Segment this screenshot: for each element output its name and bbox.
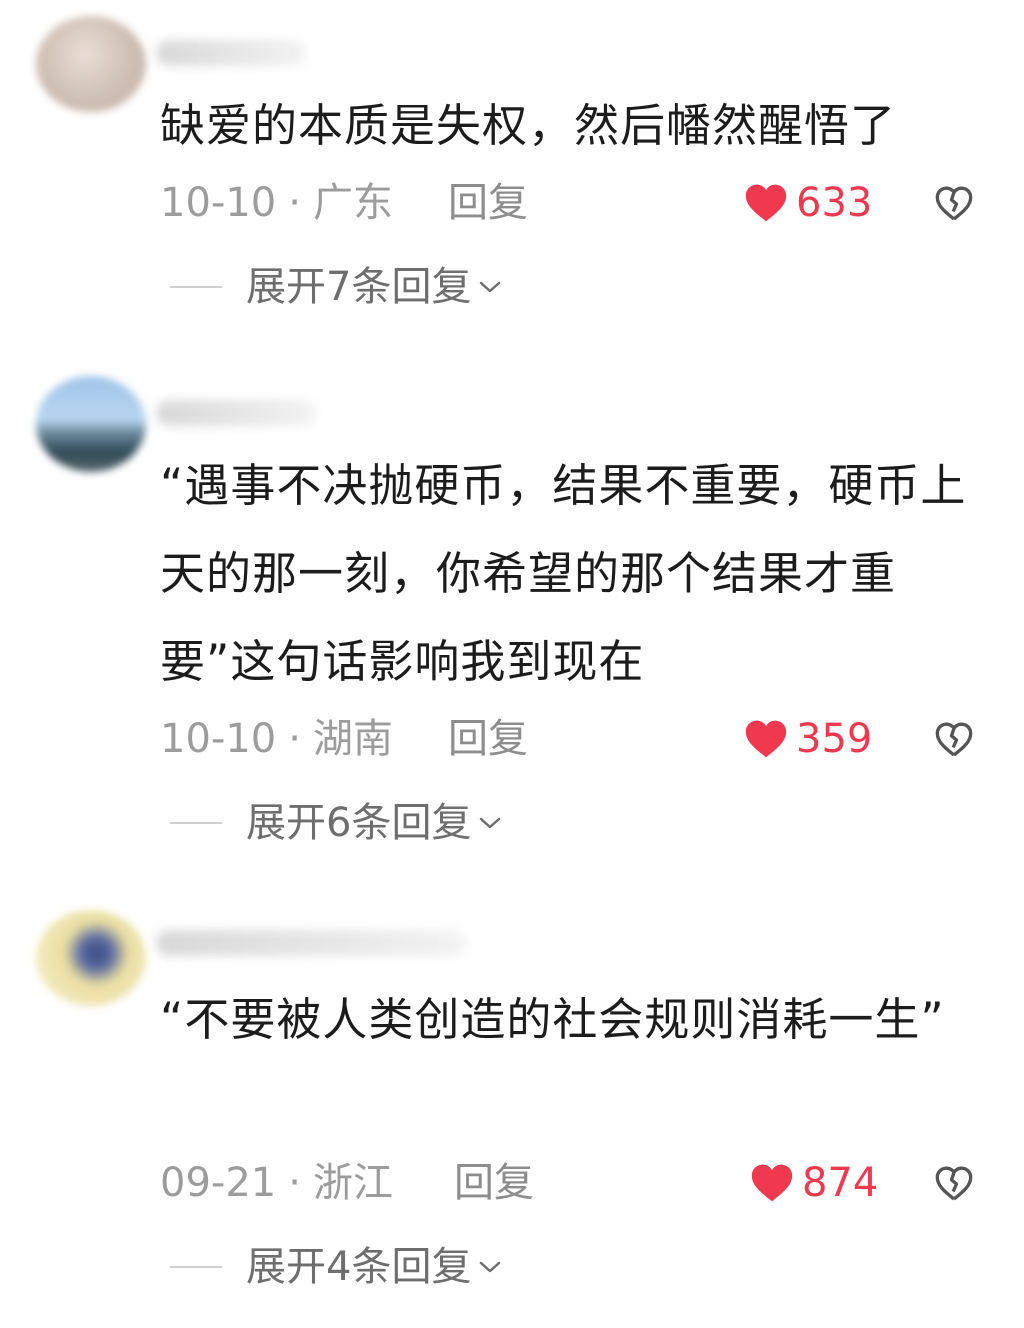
reply-button[interactable]: 回复 xyxy=(448,714,528,764)
like-count: 874 xyxy=(802,1160,879,1206)
username-blurred[interactable] xyxy=(156,930,466,956)
like-count: 633 xyxy=(796,180,873,226)
username-blurred[interactable] xyxy=(156,40,306,66)
comment-meta: 10-10 · 湖南 xyxy=(160,714,393,764)
like-button[interactable]: 874 xyxy=(750,1158,878,1208)
heart-icon xyxy=(745,720,787,758)
separator: · xyxy=(288,716,301,762)
expand-replies-button[interactable]: 展开7条回复 xyxy=(170,262,503,312)
separator: · xyxy=(288,1160,301,1206)
comment-location: 湖南 xyxy=(312,716,393,762)
chevron-down-icon xyxy=(480,817,501,829)
heart-icon xyxy=(751,1164,793,1202)
divider-line xyxy=(170,822,222,824)
avatar[interactable] xyxy=(36,16,146,112)
like-button[interactable]: 633 xyxy=(744,178,872,228)
heart-icon xyxy=(745,184,787,222)
expand-replies-button[interactable]: 展开6条回复 xyxy=(170,798,503,848)
comment-location: 浙江 xyxy=(312,1160,393,1206)
reply-button[interactable]: 回复 xyxy=(454,1158,534,1208)
like-button[interactable]: 359 xyxy=(744,714,872,764)
avatar[interactable] xyxy=(36,910,146,1006)
expand-replies-label: 展开4条回复 xyxy=(246,1244,472,1290)
reply-button[interactable]: 回复 xyxy=(448,178,528,228)
comment-location: 广东 xyxy=(312,180,393,226)
expand-replies-label: 展开7条回复 xyxy=(246,264,472,310)
divider-line xyxy=(170,1266,222,1268)
expand-replies-label: 展开6条回复 xyxy=(246,800,472,846)
comment-date: 10-10 xyxy=(160,180,277,226)
broken-heart-icon[interactable] xyxy=(934,720,974,760)
comment-date: 10-10 xyxy=(160,716,277,762)
broken-heart-icon[interactable] xyxy=(934,184,974,224)
username-blurred[interactable] xyxy=(156,400,316,426)
comment-meta: 09-21 · 浙江 xyxy=(160,1158,393,1208)
separator: · xyxy=(288,180,301,226)
comment-date: 09-21 xyxy=(160,1160,277,1206)
broken-heart-icon[interactable] xyxy=(934,1164,974,1204)
expand-replies-button[interactable]: 展开4条回复 xyxy=(170,1242,503,1292)
comment-text: “不要被人类创造的社会规则消耗一生” xyxy=(160,993,945,1046)
like-count: 359 xyxy=(796,716,873,762)
chevron-down-icon xyxy=(480,281,501,293)
chevron-down-icon xyxy=(480,1261,501,1273)
comment-text: 缺爱的本质是失权，然后幡然醒悟了 xyxy=(160,99,897,152)
divider-line xyxy=(170,286,222,288)
comment-text: “遇事不决抛硬币，结果不重要，硬币上天的那一刻，你希望的那个结果才重要”这句话影… xyxy=(160,459,967,688)
comment-meta: 10-10 · 广东 xyxy=(160,178,393,228)
avatar[interactable] xyxy=(36,376,146,472)
